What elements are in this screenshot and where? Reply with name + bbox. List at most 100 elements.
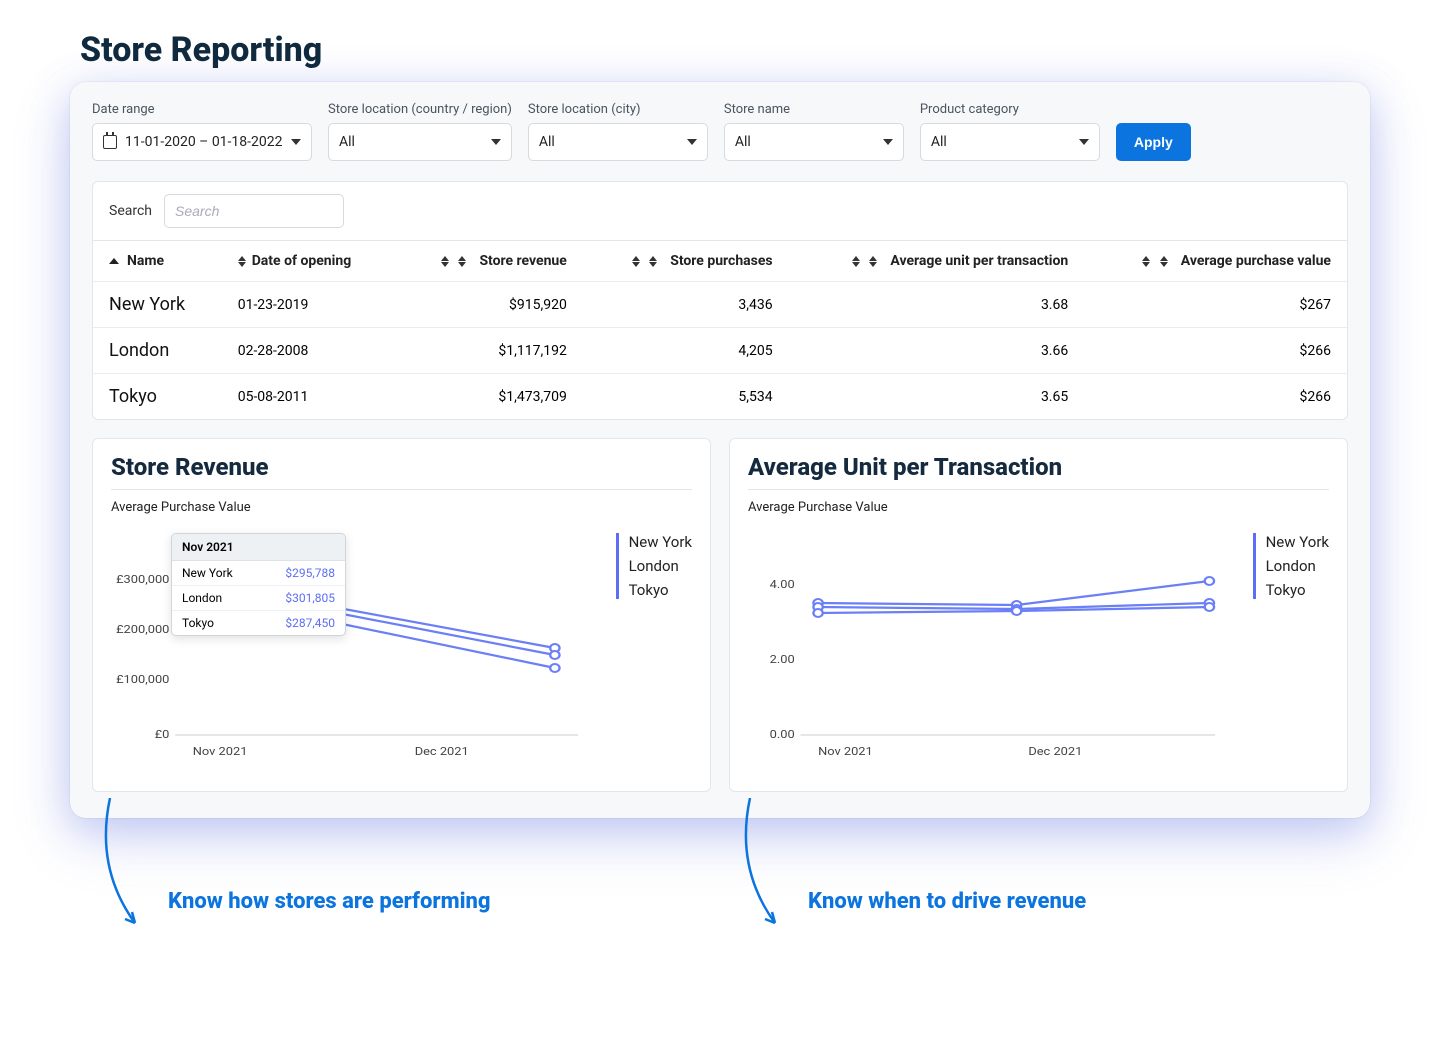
- cell-name: Tokyo: [93, 374, 222, 420]
- table-row[interactable]: London 02-28-2008 $1,117,192 4,205 3.66 …: [93, 328, 1347, 374]
- page-title: Store Reporting: [70, 30, 1370, 70]
- svg-text:£200,000: £200,000: [116, 623, 170, 636]
- svg-text:4.00: 4.00: [770, 578, 795, 591]
- annotation-text: Know when to drive revenue: [808, 888, 1086, 916]
- table-row[interactable]: New York 01-23-2019 $915,920 3,436 3.68 …: [93, 282, 1347, 328]
- apply-button[interactable]: Apply: [1116, 123, 1191, 161]
- chart-plot-area[interactable]: 4.00 2.00 0.00 Nov 2021 Dec 2021: [748, 523, 1239, 773]
- cell-avg-unit: 3.68: [789, 282, 1085, 328]
- chart-subtitle: Average Purchase Value: [748, 500, 1329, 515]
- chevron-down-icon: [491, 139, 501, 145]
- filter-country[interactable]: All: [328, 123, 512, 161]
- legend-item[interactable]: Tokyo: [1266, 581, 1329, 599]
- col-purchases[interactable]: Store purchases: [583, 241, 789, 282]
- col-revenue[interactable]: Store revenue: [395, 241, 583, 282]
- filter-label-category: Product category: [920, 102, 1100, 117]
- tooltip-label: New York: [182, 566, 233, 580]
- filter-label-city: Store location (city): [528, 102, 708, 117]
- filter-date-range[interactable]: 11-01-2020 – 01-18-2022: [92, 123, 312, 161]
- filter-store-name[interactable]: All: [724, 123, 904, 161]
- chart-store-revenue: Store Revenue Average Purchase Value £30…: [92, 438, 711, 792]
- cell-revenue: $1,117,192: [395, 328, 583, 374]
- svg-text:Nov 2021: Nov 2021: [193, 745, 248, 758]
- sort-icon: [1160, 256, 1168, 267]
- sort-icon: [649, 256, 657, 267]
- svg-text:Dec 2021: Dec 2021: [1028, 745, 1082, 758]
- cell-purchases: 4,205: [583, 328, 789, 374]
- svg-text:Nov 2021: Nov 2021: [818, 745, 873, 758]
- cell-name: New York: [93, 282, 222, 328]
- tooltip-label: London: [182, 591, 222, 605]
- sort-icon: [458, 256, 466, 267]
- tooltip-header: Nov 2021: [172, 534, 345, 561]
- cell-date-open: 02-28-2008: [222, 328, 395, 374]
- cell-avg-value: $267: [1084, 282, 1347, 328]
- svg-text:2.00: 2.00: [770, 653, 795, 666]
- filter-country-value: All: [339, 134, 355, 150]
- stores-table: Name Date of opening Store revenue Store…: [93, 241, 1347, 419]
- cell-name: London: [93, 328, 222, 374]
- arrow-icon: [730, 798, 800, 938]
- legend-item[interactable]: New York: [1266, 533, 1329, 551]
- filter-category[interactable]: All: [920, 123, 1100, 161]
- sort-asc-icon: [109, 258, 119, 264]
- chevron-down-icon: [687, 139, 697, 145]
- charts-row: Store Revenue Average Purchase Value £30…: [92, 438, 1348, 792]
- cell-revenue: $915,920: [395, 282, 583, 328]
- annotation-text: Know how stores are performing: [168, 888, 491, 916]
- arrow-icon: [90, 798, 160, 938]
- col-name[interactable]: Name: [93, 241, 222, 282]
- col-avg-value[interactable]: Average purchase value: [1084, 241, 1347, 282]
- sort-icon: [238, 256, 246, 267]
- filter-label-date-range: Date range: [92, 102, 312, 117]
- table-row[interactable]: Tokyo 05-08-2011 $1,473,709 5,534 3.65 $…: [93, 374, 1347, 420]
- svg-text:0.00: 0.00: [770, 728, 795, 741]
- tooltip-label: Tokyo: [182, 616, 214, 630]
- table-card: Search Name Date of opening Store revenu…: [92, 181, 1348, 420]
- chart-plot-area[interactable]: £300,000 £200,000 £100,000 £0 Nov 2021 D…: [111, 523, 602, 773]
- tooltip-value: $301,805: [285, 591, 335, 605]
- cell-purchases: 5,534: [583, 374, 789, 420]
- legend-item[interactable]: Tokyo: [629, 581, 692, 599]
- cell-avg-unit: 3.66: [789, 328, 1085, 374]
- sort-icon: [632, 256, 640, 267]
- sort-icon: [869, 256, 877, 267]
- sort-icon: [441, 256, 449, 267]
- svg-text:£300,000: £300,000: [116, 573, 170, 586]
- calendar-icon: [103, 135, 117, 149]
- cell-avg-value: $266: [1084, 328, 1347, 374]
- tooltip-value: $287,450: [285, 616, 335, 630]
- col-avg-unit[interactable]: Average unit per transaction: [789, 241, 1085, 282]
- filter-label-country: Store location (country / region): [328, 102, 512, 117]
- legend-item[interactable]: London: [629, 557, 692, 575]
- cell-avg-unit: 3.65: [789, 374, 1085, 420]
- annotations: Know how stores are performing Know when…: [70, 818, 1370, 978]
- chart-subtitle: Average Purchase Value: [111, 500, 692, 515]
- tooltip-value: $295,788: [285, 566, 335, 580]
- filter-city[interactable]: All: [528, 123, 708, 161]
- cell-avg-value: $266: [1084, 374, 1347, 420]
- filters-row: Date range 11-01-2020 – 01-18-2022 Store…: [92, 102, 1348, 161]
- chevron-down-icon: [1079, 139, 1089, 145]
- search-input[interactable]: [164, 194, 344, 228]
- filter-store-name-value: All: [735, 134, 751, 150]
- svg-text:£0: £0: [155, 728, 170, 741]
- chevron-down-icon: [291, 139, 301, 145]
- chart-title: Average Unit per Transaction: [748, 453, 1329, 490]
- cell-date-open: 01-23-2019: [222, 282, 395, 328]
- svg-text:£100,000: £100,000: [116, 673, 170, 686]
- chart-legend: New York London Tokyo: [616, 533, 692, 599]
- legend-item[interactable]: London: [1266, 557, 1329, 575]
- sort-icon: [1142, 256, 1150, 267]
- chart-legend: New York London Tokyo: [1253, 533, 1329, 599]
- chart-tooltip: Nov 2021 New York $295,788 London $301,805…: [171, 533, 346, 636]
- filter-city-value: All: [539, 134, 555, 150]
- cell-revenue: $1,473,709: [395, 374, 583, 420]
- cell-date-open: 05-08-2011: [222, 374, 395, 420]
- chart-avg-unit: Average Unit per Transaction Average Pur…: [729, 438, 1348, 792]
- legend-item[interactable]: New York: [629, 533, 692, 551]
- svg-text:Dec 2021: Dec 2021: [415, 745, 469, 758]
- filter-category-value: All: [931, 134, 947, 150]
- dashboard-panel: Date range 11-01-2020 – 01-18-2022 Store…: [70, 82, 1370, 818]
- col-date-open[interactable]: Date of opening: [222, 241, 395, 282]
